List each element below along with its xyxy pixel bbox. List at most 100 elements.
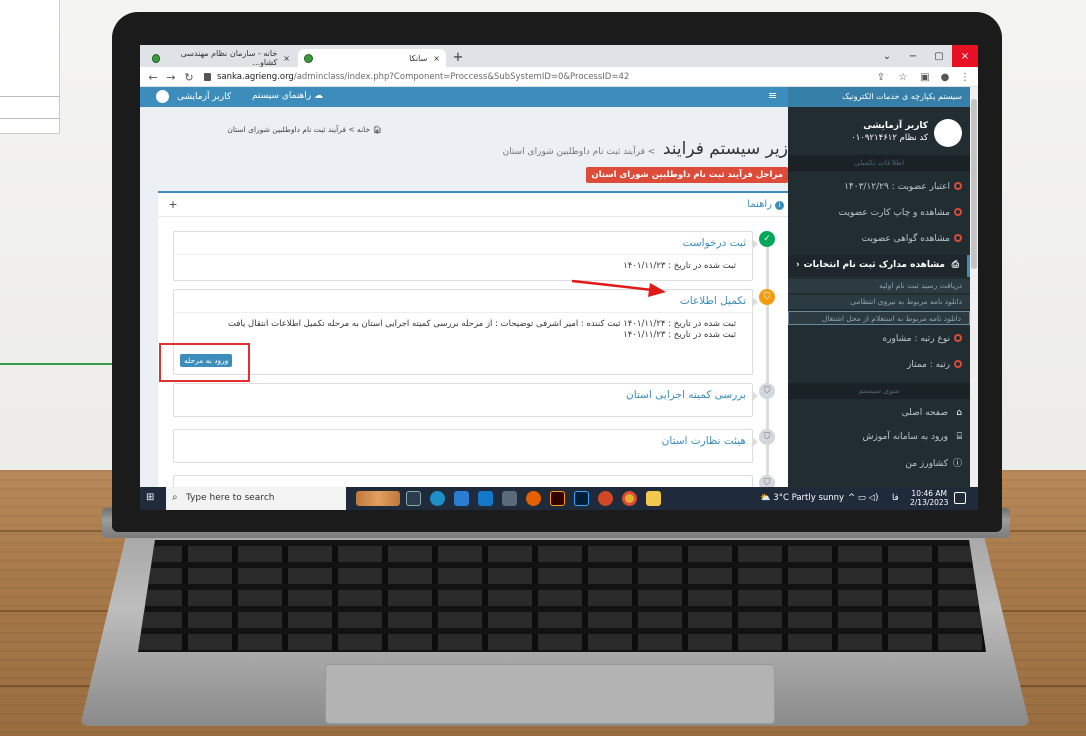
sidebar-item-election-docs[interactable]: ⎙مشاهده مدارک ثبت نام انتخابات ‹ (788, 255, 970, 277)
photoshop-icon[interactable] (574, 491, 589, 506)
guide-title[interactable]: iراهنما (747, 199, 784, 210)
language-indicator[interactable]: فا (892, 493, 899, 503)
profile-icon[interactable]: ● (938, 70, 952, 84)
main-content: 🏠︎ خانه > فرآیند ثبت نام داوطلبین شورای … (140, 107, 788, 507)
mail-icon[interactable] (478, 491, 493, 506)
timeline-item-exec-committee: بررسی کمیته اجرایی استان (173, 383, 758, 417)
sidebar-item-my-farmer[interactable]: ⓘکشاورز من (788, 451, 970, 473)
page-scrollbar[interactable] (970, 87, 978, 487)
windows-start-icon[interactable]: ⊞ (146, 492, 158, 504)
chrome-icon[interactable] (622, 491, 637, 506)
edge-icon[interactable] (430, 491, 445, 506)
firefox-icon[interactable] (526, 491, 541, 506)
step-title[interactable]: هیئت نظارت استان (662, 435, 746, 447)
browser-tab-2[interactable]: × سانکا (298, 49, 446, 67)
sidebar-item-training[interactable]: ⌸ورود به سامانه آموزش (788, 427, 970, 449)
process-steps-label: مراحل فرآیند ثبت نام داوطلبین شورای استا… (586, 167, 788, 183)
store-icon[interactable] (454, 491, 469, 506)
chevron-icon: ‹ (796, 260, 800, 270)
sidebar-item-rank[interactable]: رتبه : ممتاز (788, 355, 970, 377)
cloud-icon: ☁ (314, 91, 324, 101)
bookmark-star-icon[interactable]: ☆ (896, 70, 910, 84)
page-title: زیر سیستم فرایند > فرآیند ثبت نام داوطلب… (503, 139, 788, 159)
breadcrumb: 🏠︎ خانه > فرآیند ثبت نام داوطلبین شورای … (227, 125, 382, 134)
sidebar-item-membership-certificate[interactable]: مشاهده گواهی عضویت (788, 229, 970, 251)
new-tab-button[interactable]: + (450, 49, 466, 65)
sidebar-section-menu: منوی سیستم (788, 383, 970, 399)
laptop-keyboard (138, 540, 986, 652)
info-icon: i (775, 201, 784, 210)
file-explorer-icon[interactable] (646, 491, 661, 506)
illustrator-icon[interactable] (550, 491, 565, 506)
weather-icon: ⛅ (760, 493, 771, 503)
site-header: کاربر آزمایشی راهنمای سیستم ☁ ≡ (140, 87, 788, 107)
timeline-item-request: ثبت درخواست ثبت شده در تاریخ : ۱۴۰۱/۱۱/۲… (173, 231, 758, 281)
info-icon: ⓘ (952, 459, 962, 469)
sidebar-item-home[interactable]: ⌂صفحه اصلی (788, 403, 970, 425)
reload-icon[interactable]: ↻ (182, 70, 196, 84)
avatar (156, 90, 169, 103)
sidebar-section-info: اطلاعات تکمیلی (788, 155, 970, 171)
task-view-icon[interactable] (406, 491, 421, 506)
hamburger-menu-icon[interactable]: ≡ (768, 89, 777, 102)
sidebar-subitem-police-letter[interactable]: دانلود نامه مربوط به نیروی انتظامی (788, 295, 970, 309)
minimize-button[interactable]: − (900, 45, 926, 67)
browser-address-bar: ← → ↻ sanka.agrieng.org /adminclass/inde… (140, 67, 978, 87)
tab-search-icon[interactable]: ⌄ (874, 45, 900, 67)
sidebar-header-title: سیستم یکپارچه ی خدمات الکترونیک (788, 87, 970, 107)
system-guide-link[interactable]: راهنمای سیستم ☁ (252, 91, 323, 101)
bookmark-outline-icon: ⛉ (759, 429, 775, 445)
taskbar-clock[interactable]: 10:46 AM 2/13/2023 (910, 489, 948, 507)
breadcrumb-separator: > (348, 125, 355, 134)
expand-button[interactable]: + (166, 197, 180, 211)
sidebar-item-rank-type[interactable]: نوع رتبه : مشاوره (788, 329, 970, 351)
breadcrumb-home[interactable]: خانه (357, 125, 370, 134)
calculator-icon[interactable] (502, 491, 517, 506)
circle-icon (954, 182, 962, 190)
sidebar-subitem-receipt[interactable]: دریافت رسید ثبت نام اولیه (788, 279, 970, 293)
process-box: iراهنما + ✓ ثبت درخواست ثبت شده در تاریخ… (158, 191, 788, 507)
paper-sheet (0, 0, 60, 134)
url-host: sanka.agrieng.org (217, 72, 294, 82)
forward-icon[interactable]: → (164, 70, 178, 84)
close-window-button[interactable]: × (952, 45, 978, 67)
home-icon[interactable]: 🏠︎ (372, 125, 382, 134)
sidebar-item-membership-card[interactable]: مشاهده و چاپ کارت عضویت (788, 203, 970, 225)
back-icon[interactable]: ← (146, 70, 160, 84)
news-widget-icon[interactable] (356, 491, 400, 506)
breadcrumb-current: فرآیند ثبت نام داوطلبین شورای استان (227, 125, 346, 134)
step-details: ثبت شده در تاریخ : ۱۴۰۱/۱۱/۲۴ ثبت کننده … (228, 319, 736, 341)
header-user-menu[interactable]: کاربر آزمایشی (146, 90, 231, 103)
url-field[interactable]: sanka.agrieng.org /adminclass/index.php?… (204, 70, 844, 84)
taskbar-search-input[interactable]: ⌕ Type here to search (166, 487, 346, 510)
step-title[interactable]: تکمیل اطلاعات (680, 295, 746, 307)
browser-tab-1[interactable]: × خانه - سازمان نظام مهندسی کشاو... (146, 49, 296, 67)
notification-icon[interactable] (954, 492, 966, 504)
step-title[interactable]: ثبت درخواست (683, 237, 746, 249)
weather-text: 3°C Partly sunny (773, 493, 845, 503)
url-path: /adminclass/index.php?Component=Proccess… (293, 72, 630, 82)
share-icon[interactable]: ⇪ (874, 70, 888, 84)
step-detail-line: ثبت شده در تاریخ : ۱۴۰۱/۱۱/۲۴ ثبت کننده … (227, 319, 736, 329)
tab-close-icon[interactable]: × (433, 54, 440, 63)
bookmark-icon: ⛉ (759, 289, 775, 305)
maximize-button[interactable]: ▢ (926, 45, 952, 67)
powerpoint-icon[interactable] (598, 491, 613, 506)
tab-close-icon[interactable]: × (283, 54, 290, 63)
weather-widget[interactable]: ⛅ 3°C Partly sunny (760, 493, 844, 503)
site-favicon-icon (152, 53, 161, 63)
step-title[interactable]: بررسی کمیته اجرایی استان (626, 389, 746, 401)
step-detail-line: ثبت شده در تاریخ : ۱۴۰۱/۱۱/۲۳ (623, 330, 736, 340)
more-menu-icon[interactable]: ⋮ (958, 70, 972, 84)
timeline-line (766, 237, 769, 507)
timeline-item-complete-info: تکمیل اطلاعات ثبت شده در تاریخ : ۱۴۰۱/۱۱… (173, 289, 758, 375)
header-user-label: کاربر آزمایشی (177, 91, 232, 102)
trackpad (325, 664, 775, 724)
sidebar-item-membership-validity[interactable]: اعتبار عضویت : ۱۴۰۳/۱۲/۲۹ (788, 177, 970, 199)
sidebar-user-code: کد نظام ۰۱۰۹۲۱۴۶۱۲ (851, 133, 928, 143)
sidebar-subitem-employment-letter[interactable]: دانلود نامه مربوط به استعلام از محل اشتغ… (788, 311, 970, 325)
print-icon: ⎙ (951, 260, 959, 270)
system-tray-icons[interactable]: ^ ▭ ◁) (848, 493, 878, 503)
check-icon: ✓ (759, 231, 775, 247)
sidepanel-icon[interactable]: ▣ (918, 70, 932, 84)
